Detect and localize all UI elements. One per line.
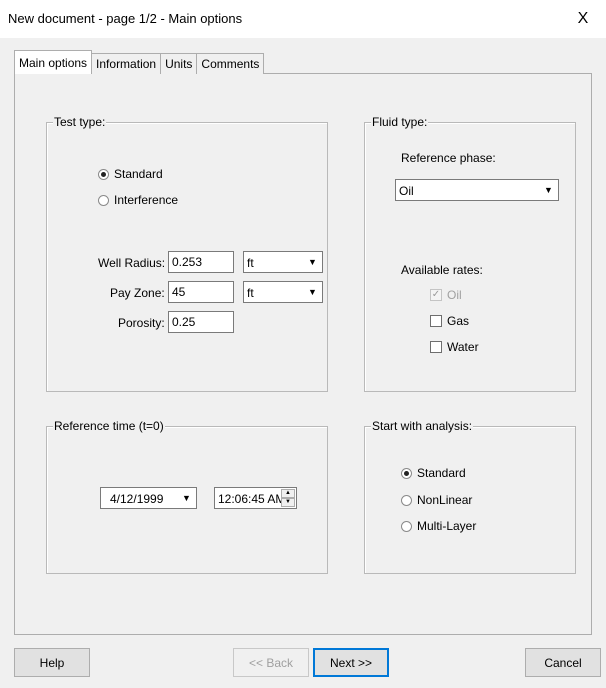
radio-analysis-standard-circle [401,467,412,479]
checkbox-gas[interactable]: Gas [430,314,469,328]
checkbox-gas-box [430,315,442,327]
checkbox-oil-label: Oil [447,288,462,302]
porosity-label: Porosity: [118,316,165,330]
checkbox-water-box [430,341,442,353]
chevron-down-icon[interactable]: ▼ [304,253,321,271]
reference-phase-value: Oil [399,184,414,198]
tab-strip: Main options Information Units Comments [14,50,265,74]
fluid-type-group: Fluid type: Reference phase: Oil ▼ Avail… [364,115,576,392]
next-button[interactable]: Next >> [313,648,389,677]
tab-panel: Test type: Standard Interference Well Ra… [14,73,592,635]
radio-standard-label: Standard [114,167,163,181]
checkbox-gas-label: Gas [447,314,470,328]
test-type-legend: Test type: [53,115,107,129]
spin-up-icon[interactable]: ▲ [281,489,295,498]
dialog-client: Test type: Standard Interference Well Ra… [0,38,606,688]
radio-interference-label: Interference [114,193,179,207]
well-radius-input[interactable]: 0.253 [168,251,234,273]
pay-zone-unit-select[interactable]: ft ▼ [243,281,323,303]
well-radius-label: Well Radius: [98,256,166,270]
radio-interference-circle [98,194,109,206]
radio-analysis-nonlinear-circle [401,494,412,506]
well-radius-unit-value: ft [247,256,254,270]
test-type-group: Test type: Standard Interference Well Ra… [46,115,328,392]
radio-analysis-multilayer-label: Multi-Layer [417,519,477,533]
checkbox-water[interactable]: Water [430,340,479,354]
time-picker[interactable]: 12:06:45 AM ▲ ▼ [214,487,297,509]
radio-analysis-nonlinear-label: NonLinear [417,493,473,507]
tab-comments[interactable]: Comments [196,53,265,74]
pay-zone-unit-value: ft [247,286,254,300]
well-radius-unit-select[interactable]: ft ▼ [243,251,323,273]
checkbox-water-label: Water [447,340,479,354]
reference-time-legend: Reference time (t=0) [53,419,165,433]
date-value: 4/12/1999 [110,492,164,506]
radio-standard[interactable]: Standard [98,167,163,181]
chevron-down-icon[interactable]: ▼ [540,181,557,199]
window-title: New document - page 1/2 - Main options [8,11,243,26]
tab-units[interactable]: Units [160,53,198,74]
reference-phase-label: Reference phase: [401,151,496,165]
checkbox-oil[interactable]: ✓ Oil [430,288,462,302]
radio-interference[interactable]: Interference [98,193,178,207]
radio-analysis-multilayer[interactable]: Multi-Layer [401,519,476,533]
start-analysis-group: Start with analysis: Standard NonLinear … [364,419,576,574]
pay-zone-label: Pay Zone: [110,286,165,300]
radio-analysis-multilayer-circle [401,520,412,532]
radio-analysis-standard[interactable]: Standard [401,466,466,480]
checkbox-oil-box: ✓ [430,289,442,301]
time-value: 12:06:45 AM [218,492,286,506]
reference-time-group: Reference time (t=0) 4/12/1999 ▼ 12:06:4… [46,419,328,574]
close-icon: X [577,10,589,27]
title-bar: New document - page 1/2 - Main options X [0,0,606,38]
back-button[interactable]: << Back [233,648,309,677]
chevron-down-icon[interactable]: ▼ [304,283,321,301]
radio-analysis-nonlinear[interactable]: NonLinear [401,493,472,507]
radio-standard-circle [98,168,109,180]
spin-down-icon[interactable]: ▼ [281,498,295,507]
porosity-input[interactable]: 0.25 [168,311,234,333]
chevron-down-icon[interactable]: ▼ [178,489,195,507]
cancel-button[interactable]: Cancel [525,648,601,677]
tab-information[interactable]: Information [91,53,162,74]
fluid-type-legend: Fluid type: [371,115,429,129]
tab-main-options[interactable]: Main options [14,50,93,74]
available-rates-label: Available rates: [401,263,483,277]
date-picker[interactable]: 4/12/1999 ▼ [100,487,197,509]
radio-analysis-standard-label: Standard [417,466,466,480]
help-button[interactable]: Help [14,648,90,677]
reference-phase-select[interactable]: Oil ▼ [395,179,559,201]
close-button[interactable]: X [560,0,606,38]
pay-zone-input[interactable]: 45 [168,281,234,303]
start-analysis-legend: Start with analysis: [371,419,474,433]
